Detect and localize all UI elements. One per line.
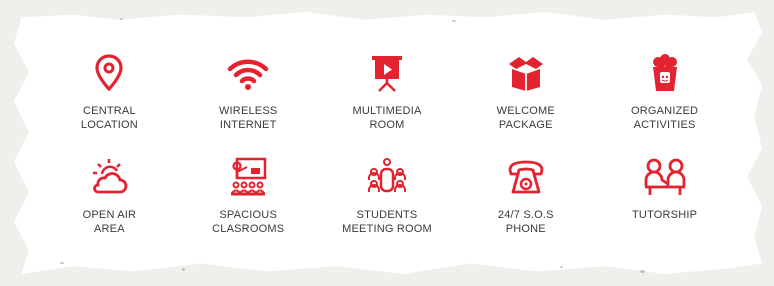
popcorn-icon	[642, 50, 688, 96]
amenity-welcome-package: WELCOME PACKAGE	[456, 44, 595, 148]
amenity-label: TUTORSHIP	[632, 209, 698, 221]
telephone-icon	[503, 154, 549, 200]
map-pin-icon	[86, 50, 132, 96]
amenity-label: WIRELESS INTERNET	[218, 105, 278, 131]
amenity-sos-phone: 24/7 S.O.S PHONE	[456, 148, 595, 262]
meeting-table-icon	[364, 154, 410, 200]
sun-cloud-icon	[86, 154, 132, 200]
wifi-icon	[225, 50, 271, 96]
amenity-label: 24/7 S.O.S PHONE	[497, 209, 554, 235]
amenities-canvas: CENTRAL LOCATION WIRELESS INTERNET MULTI…	[0, 0, 774, 286]
projector-screen-icon	[364, 50, 410, 96]
amenity-label: STUDENTS MEETING ROOM	[342, 209, 432, 235]
tutor-icon	[642, 154, 688, 200]
amenity-label: MULTIMEDIA ROOM	[352, 105, 422, 131]
amenity-central-location: CENTRAL LOCATION	[40, 44, 179, 148]
amenity-wireless-internet: WIRELESS INTERNET	[179, 44, 318, 148]
amenity-multimedia-room: MULTIMEDIA ROOM	[318, 44, 457, 148]
amenity-tutorship: TUTORSHIP	[595, 148, 734, 262]
amenity-spacious-classrooms: SPACIOUS CLASROOMS	[179, 148, 318, 262]
package-box-icon	[503, 50, 549, 96]
amenity-label: ORGANIZED ACTIVITIES	[630, 105, 699, 131]
amenity-students-meeting-room: STUDENTS MEETING ROOM	[318, 148, 457, 262]
amenity-open-air-area: OPEN AIR AREA	[40, 148, 179, 262]
amenity-label: SPACIOUS CLASROOMS	[212, 209, 285, 235]
classroom-icon	[225, 154, 271, 200]
amenity-label: OPEN AIR AREA	[82, 209, 137, 235]
amenity-organized-activities: ORGANIZED ACTIVITIES	[595, 44, 734, 148]
amenities-grid: CENTRAL LOCATION WIRELESS INTERNET MULTI…	[40, 44, 734, 266]
amenity-label: WELCOME PACKAGE	[496, 105, 555, 131]
amenity-label: CENTRAL LOCATION	[80, 105, 138, 131]
